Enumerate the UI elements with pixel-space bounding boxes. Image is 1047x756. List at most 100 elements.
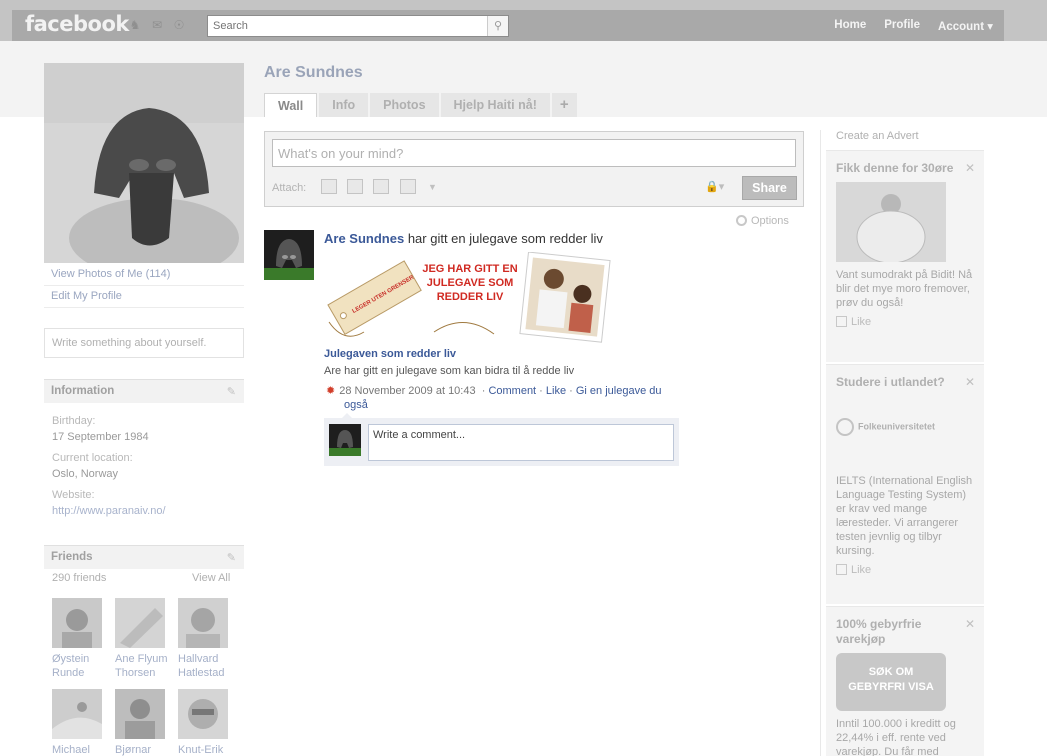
- post-attachment-image[interactable]: LEGER UTEN GRENSER JEG HAR GITT EN JULEG…: [324, 251, 614, 344]
- post-author-avatar[interactable]: [264, 230, 314, 280]
- sidebar-ad[interactable]: Studere i utlandet? ✕ Folkeuniversitetet…: [826, 364, 984, 604]
- more-attachments-chevron-down-icon[interactable]: ▼: [428, 182, 437, 192]
- write-about-yourself[interactable]: Write something about yourself.: [44, 328, 244, 358]
- sidebar-ad[interactable]: Fikk denne for 30øre ✕ Vant sumodrakt på…: [826, 150, 984, 362]
- friend-name[interactable]: Ane Flyum Thorsen: [115, 652, 177, 680]
- profile-tabs: Wall Info Photos Hjelp Haiti nå! +: [264, 93, 577, 117]
- notification-jewels: ♞ ✉ ☉: [128, 18, 186, 32]
- msf-app-icon: ✹: [326, 385, 336, 397]
- location-value[interactable]: Oslo, Norway: [52, 468, 118, 480]
- privacy-lock-icon[interactable]: 🔒▾: [705, 180, 724, 193]
- friend-tile[interactable]: Hallvard Hatlestad: [178, 598, 238, 680]
- ad-logo-text: Folkeuniversitetet: [858, 421, 936, 432]
- messages-icon[interactable]: ✉: [150, 18, 164, 32]
- ad-like-link[interactable]: Like: [836, 564, 974, 576]
- tab-wall[interactable]: Wall: [264, 93, 318, 117]
- app-link-continued[interactable]: også: [344, 399, 368, 411]
- magnifier-icon: [736, 215, 747, 226]
- edit-profile-link[interactable]: Edit My Profile: [44, 290, 244, 308]
- friend-name[interactable]: Michael: [52, 743, 114, 756]
- top-nav: Home Profile Account ▾: [834, 19, 993, 33]
- video-icon[interactable]: [347, 179, 363, 194]
- search-input[interactable]: [208, 16, 486, 36]
- profile-picture[interactable]: [44, 63, 244, 263]
- friend-photo[interactable]: [178, 689, 228, 739]
- friend-tile[interactable]: Øystein Runde: [52, 598, 112, 680]
- sidebar-ad[interactable]: 100% gebyrfrie varekjøp ✕ SØK OM GEBYRFRI…: [826, 606, 984, 756]
- attach-label: Attach:: [272, 182, 307, 194]
- photo-icon[interactable]: [321, 179, 337, 194]
- thumbs-up-icon: [836, 316, 847, 327]
- information-heading: Information ✎: [44, 379, 244, 403]
- options-link[interactable]: Options: [736, 215, 789, 227]
- post-text: har gitt en julegave som redder liv: [407, 231, 603, 246]
- friend-tile[interactable]: Knut-Erik: [178, 689, 238, 756]
- post-meta: ✹ 28 November 2009 at 10:43 · Comment · L…: [326, 385, 662, 411]
- friend-photo[interactable]: [178, 598, 228, 648]
- birthday-label: Birthday:: [52, 415, 96, 427]
- comment-box: Write a comment...: [324, 413, 679, 466]
- ad-logo[interactable]: Folkeuniversitetet: [836, 418, 974, 468]
- facebook-logo[interactable]: facebook: [25, 12, 129, 36]
- ad-image[interactable]: SØK OM GEBYRFRI VISA: [836, 653, 946, 711]
- friend-name[interactable]: Knut-Erik: [178, 743, 240, 756]
- tab-photos[interactable]: Photos: [370, 93, 439, 117]
- search-icon[interactable]: ⚲: [487, 16, 508, 36]
- ad-like-link[interactable]: Like: [836, 316, 974, 328]
- ad-title[interactable]: 100% gebyrfrie varekjøp: [836, 617, 956, 647]
- ad-image[interactable]: [836, 182, 946, 264]
- attachment-title-link[interactable]: Julegaven som redder liv: [324, 348, 456, 360]
- post-author-link[interactable]: Are Sundnes: [324, 231, 404, 246]
- like-link[interactable]: Like: [546, 385, 566, 397]
- view-all-friends-link[interactable]: View All: [192, 572, 230, 584]
- create-advert-link[interactable]: Create an Advert: [836, 130, 919, 142]
- nav-home[interactable]: Home: [834, 19, 866, 33]
- friend-photo[interactable]: [52, 689, 102, 739]
- app-link[interactable]: Gi en julegave du: [576, 385, 662, 397]
- friend-name[interactable]: Hallvard Hatlestad: [178, 652, 240, 680]
- nav-profile[interactable]: Profile: [884, 19, 920, 33]
- friend-photo[interactable]: [115, 689, 165, 739]
- share-button[interactable]: Share: [742, 176, 797, 200]
- friend-tile[interactable]: Ane Flyum Thorsen: [115, 598, 175, 680]
- comment-link[interactable]: Comment: [488, 385, 536, 397]
- friends-heading: Friends ✎: [44, 545, 244, 569]
- right-column-divider: [820, 130, 821, 756]
- nav-account[interactable]: Account ▾: [938, 19, 993, 33]
- friend-tile[interactable]: Michael: [52, 689, 112, 756]
- close-icon[interactable]: ✕: [965, 617, 975, 631]
- tab-hjelp-haiti[interactable]: Hjelp Haiti nå!: [440, 93, 550, 117]
- friend-requests-icon[interactable]: ♞: [128, 18, 142, 32]
- svg-text:JEG HAR GITT EN: JEG HAR GITT EN: [422, 263, 517, 275]
- comment-input[interactable]: Write a comment...: [368, 424, 674, 461]
- search-box: ⚲: [207, 15, 509, 37]
- tab-info[interactable]: Info: [319, 93, 369, 117]
- friend-name[interactable]: Øystein Runde: [52, 652, 114, 680]
- close-icon[interactable]: ✕: [965, 161, 975, 175]
- ad-text: Vant sumodrakt på Bidit! Nå blir det mye…: [836, 269, 973, 309]
- event-icon[interactable]: [373, 179, 389, 194]
- website-link[interactable]: http://www.paranaiv.no/: [52, 505, 166, 517]
- information-title: Information: [51, 385, 115, 397]
- status-input[interactable]: What's on your mind?: [272, 139, 796, 167]
- add-tab-button[interactable]: +: [551, 93, 577, 117]
- close-icon[interactable]: ✕: [965, 375, 975, 389]
- post-timestamp[interactable]: 28 November 2009 at 10:43: [339, 385, 475, 397]
- website-label: Website:: [52, 489, 95, 501]
- folkeuniversitetet-logo-icon: [836, 418, 854, 436]
- friend-tile[interactable]: Bjørnar: [115, 689, 175, 756]
- ad-title[interactable]: Studere i utlandet?: [836, 375, 956, 390]
- edit-pencil-icon[interactable]: ✎: [227, 551, 236, 564]
- friends-count[interactable]: 290 friends: [52, 572, 106, 584]
- friend-photo[interactable]: [52, 598, 102, 648]
- options-label: Options: [751, 215, 789, 227]
- notifications-globe-icon[interactable]: ☉: [172, 18, 186, 32]
- link-icon[interactable]: [400, 179, 416, 194]
- profile-name[interactable]: Are Sundnes: [264, 64, 363, 82]
- ad-title[interactable]: Fikk denne for 30øre: [836, 161, 956, 176]
- view-photos-link[interactable]: View Photos of Me (114): [44, 268, 244, 286]
- friend-name[interactable]: Bjørnar: [115, 743, 177, 756]
- friend-photo[interactable]: [115, 598, 165, 648]
- edit-pencil-icon[interactable]: ✎: [227, 385, 236, 398]
- post-headline: Are Sundnes har gitt en julegave som red…: [324, 231, 603, 246]
